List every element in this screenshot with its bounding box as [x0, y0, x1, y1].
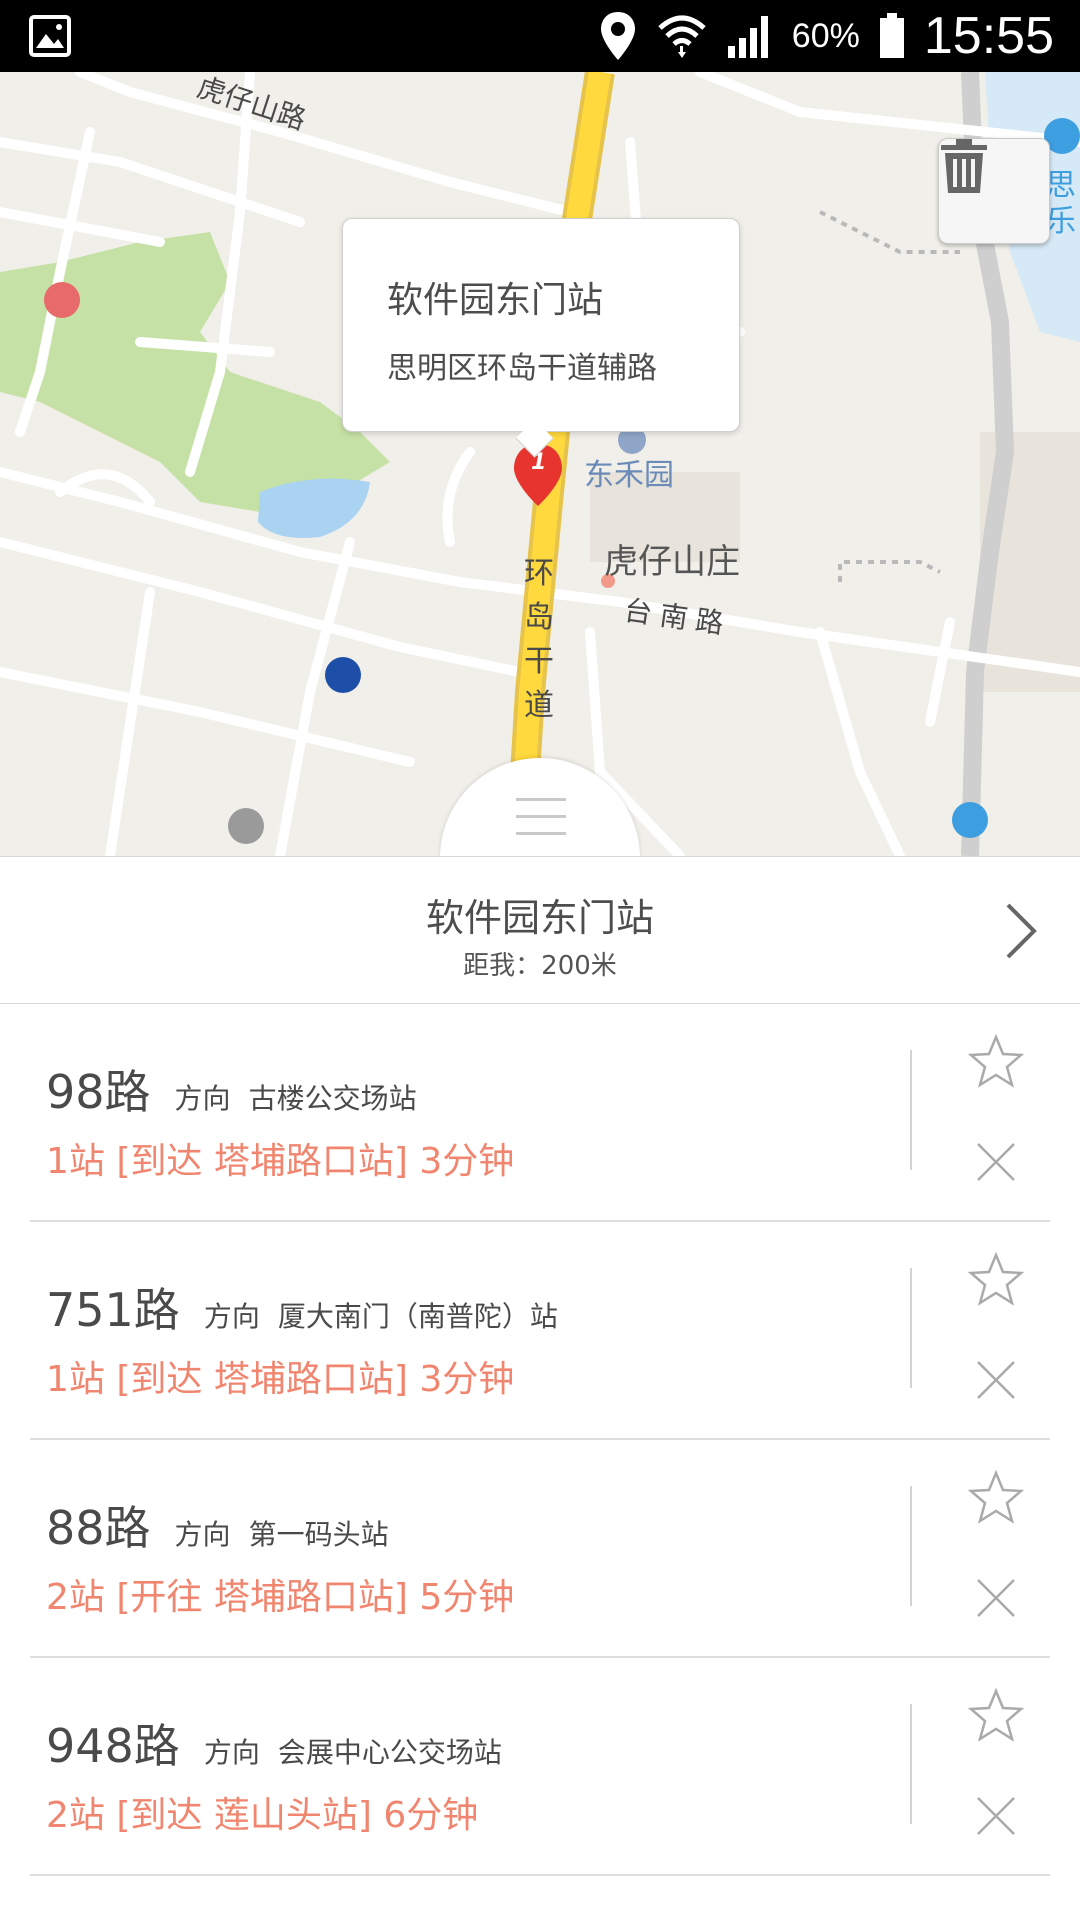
- bus-direction: 第一码头站: [248, 1518, 389, 1551]
- list-item[interactable]: 948路 方向 会展中心公交场站 2站 [到达 莲山头站] 6分钟: [0, 1658, 1080, 1876]
- station-info-popup[interactable]: 软件园东门站 思明区环岛干道辅路: [342, 218, 740, 458]
- close-icon[interactable]: [974, 1140, 1018, 1184]
- battery-percent: 60%: [791, 16, 860, 55]
- star-icon[interactable]: [968, 1470, 1024, 1526]
- map-label-huandao-road: 环岛干道: [524, 556, 554, 723]
- trash-icon: [941, 139, 987, 193]
- map-label-dongheyuan: 东禾园: [584, 458, 674, 493]
- direction-label: 方向: [174, 1518, 231, 1551]
- location-icon: [600, 12, 635, 60]
- list-item[interactable]: 88路 方向 第一码头站 2站 [开往 塔埔路口站] 5分钟: [0, 1440, 1080, 1658]
- bus-line-list: 98路 方向 古楼公交场站 1站 [到达 塔埔路口站] 3分钟 751路 方向 …: [0, 1004, 1080, 1876]
- bus-arrival-status: 2站 [到达 莲山头站] 6分钟: [46, 1795, 479, 1836]
- bus-direction: 厦大南门（南普陀）站: [277, 1300, 558, 1333]
- clock: 15:55: [923, 7, 1054, 65]
- culture-icon-2: [952, 802, 988, 838]
- bus-direction: 古楼公交场站: [248, 1082, 417, 1115]
- wifi-icon: [658, 15, 706, 58]
- chevron-right-icon[interactable]: [1004, 901, 1040, 961]
- list-item[interactable]: 751路 方向 厦大南门（南普陀）站 1站 [到达 塔埔路口站] 3分钟: [0, 1222, 1080, 1440]
- menu-icon: [516, 798, 566, 842]
- direction-label: 方向: [203, 1736, 260, 1769]
- bus-arrival-status: 1站 [到达 塔埔路口站] 3分钟: [46, 1359, 515, 1400]
- residence-icon: [228, 808, 264, 844]
- bus-arrival-status: 1站 [到达 塔埔路口站] 3分钟: [46, 1141, 515, 1182]
- star-icon[interactable]: [968, 1034, 1024, 1090]
- divider: [910, 1268, 912, 1388]
- charging-station-icon: [44, 282, 80, 318]
- divider: [910, 1486, 912, 1606]
- status-bar: 60% 15:55: [0, 0, 1080, 72]
- bus-number: 751路: [46, 1283, 180, 1337]
- gallery-notification-icon: [29, 15, 71, 57]
- bus-number: 88路: [46, 1501, 151, 1555]
- station-header[interactable]: 软件园东门站 距我：200米: [0, 856, 1080, 1004]
- bus-number: 98路: [46, 1065, 151, 1119]
- star-icon[interactable]: [968, 1252, 1024, 1308]
- clear-map-button[interactable]: [938, 138, 1050, 244]
- map-label-le: 乐: [1046, 204, 1076, 239]
- bus-arrival-status: 2站 [开往 塔埔路口站] 5分钟: [46, 1577, 515, 1618]
- row-divider: [30, 1874, 1050, 1876]
- direction-label: 方向: [174, 1082, 231, 1115]
- star-icon[interactable]: [968, 1688, 1024, 1744]
- map-label-huzaishanzhuang: 虎仔山庄: [604, 542, 740, 582]
- close-icon[interactable]: [974, 1794, 1018, 1838]
- bus-number: 948路: [46, 1719, 180, 1773]
- close-icon[interactable]: [974, 1576, 1018, 1620]
- close-icon[interactable]: [974, 1358, 1018, 1402]
- bus-direction: 会展中心公交场站: [277, 1736, 502, 1769]
- divider: [910, 1050, 912, 1170]
- station-name: 软件园东门站: [425, 896, 654, 940]
- divider: [910, 1704, 912, 1824]
- popup-station-name: 软件园东门站: [387, 280, 604, 321]
- station-distance: 距我：200米: [463, 951, 617, 981]
- bank-icon: [325, 657, 361, 693]
- list-item[interactable]: 98路 方向 古楼公交场站 1站 [到达 塔埔路口站] 3分钟: [0, 1004, 1080, 1222]
- battery-icon: [879, 13, 904, 58]
- direction-label: 方向: [203, 1300, 260, 1333]
- map-view[interactable]: 虎仔山路 东禾园 虎仔山庄 台南路 环岛干道 思 乐 1 软件园东门站 思明区环…: [0, 72, 1080, 856]
- signal-icon: [727, 16, 768, 58]
- popup-station-address: 思明区环岛干道辅路: [387, 351, 657, 386]
